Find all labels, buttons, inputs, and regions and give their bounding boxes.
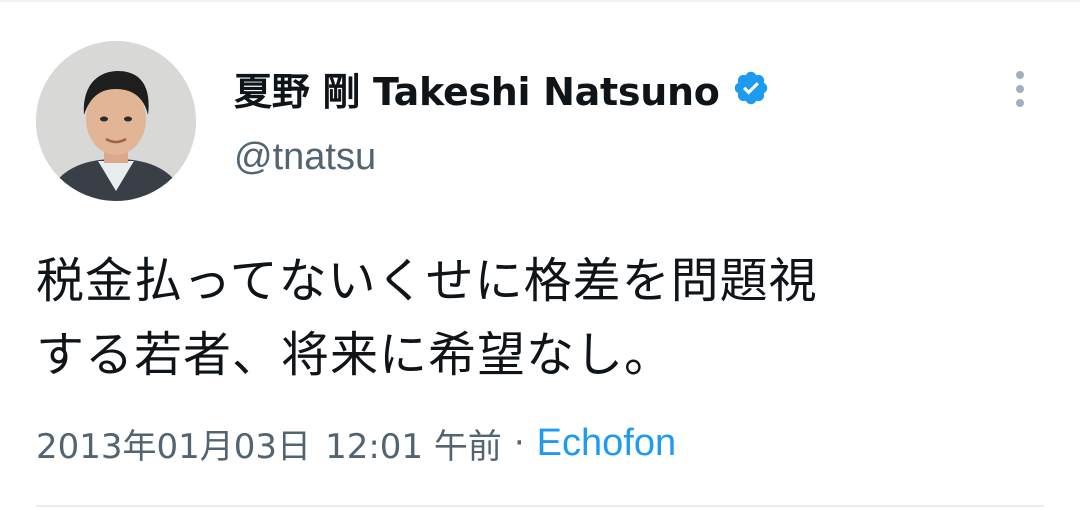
vertical-ellipsis-icon-dot (1016, 85, 1024, 93)
tweet-text-line: する若者、将来に希望なし。 (36, 327, 674, 383)
display-name[interactable]: 夏野 剛 Takeshi Natsuno (234, 61, 720, 116)
tweet-text: 税金払ってないくせに格差を問題視 する若者、将来に希望なし。 (36, 244, 1056, 392)
user-handle[interactable]: @tnatsu (234, 136, 376, 179)
tweet-metadata: 2013年01月03日 12:01 午前 · Echofon (36, 418, 676, 468)
vertical-ellipsis-icon (1016, 71, 1024, 79)
author-name-row[interactable]: 夏野 剛 Takeshi Natsuno (234, 62, 770, 114)
bottom-divider (36, 505, 1044, 507)
tweet-date[interactable]: 2013年01月03日 (36, 419, 311, 468)
meta-separator: · (513, 423, 525, 463)
tweet-time[interactable]: 12:01 午前 (325, 419, 502, 468)
vertical-ellipsis-icon-dot (1016, 99, 1024, 107)
avatar[interactable] (36, 41, 196, 201)
avatar-photo (36, 41, 196, 201)
more-options-button[interactable] (1004, 66, 1036, 112)
tweet-text-line: 税金払ってないくせに格差を問題視 (36, 253, 818, 309)
source-link[interactable]: Echofon (537, 422, 676, 465)
top-divider (0, 0, 1080, 2)
verified-badge-icon (732, 69, 770, 107)
